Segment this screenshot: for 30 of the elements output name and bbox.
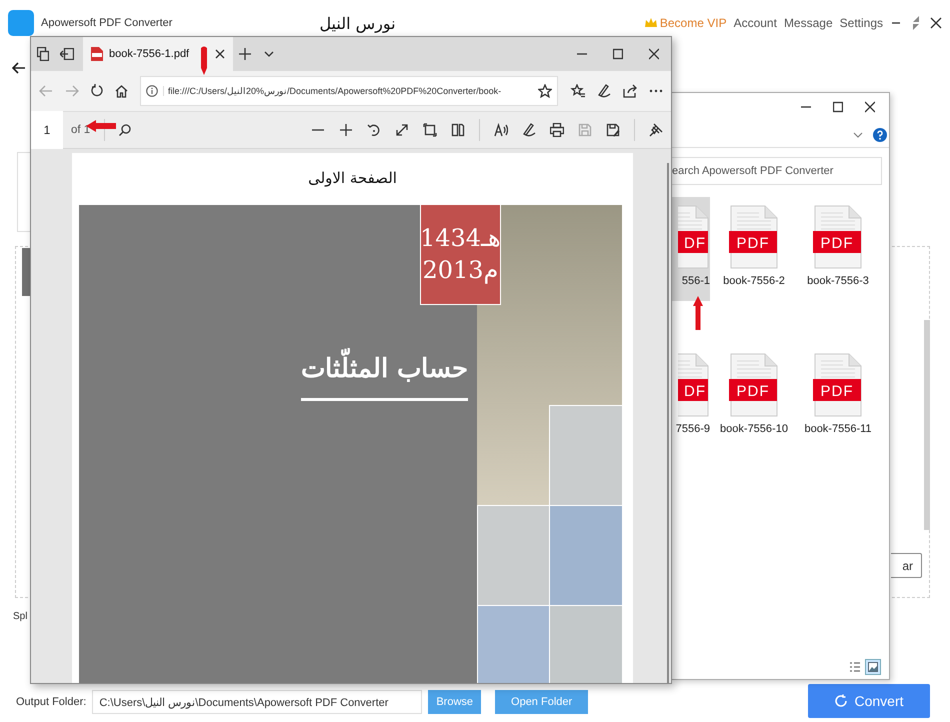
split-label: Spl — [13, 611, 28, 622]
clear-button[interactable]: ar — [891, 553, 922, 578]
file-item[interactable]: DF 556-1 — [672, 197, 710, 301]
cover-title: حساب المثلّثات — [301, 345, 468, 402]
file-item[interactable]: PDF book-7556-3 — [798, 197, 878, 301]
file-item[interactable]: PDF book-7556-2 — [714, 197, 794, 301]
page-number-field[interactable]: 1 — [31, 111, 63, 149]
file-item[interactable]: PDF book-7556-11 — [798, 345, 878, 449]
pdf-file-icon: PDF — [813, 205, 863, 269]
pdf-file-icon: PDF — [813, 353, 863, 417]
convert-button[interactable]: Convert — [808, 684, 930, 718]
cover-year-hijri: 1434هـ — [420, 223, 502, 254]
file-item[interactable]: PDF book-7556-10 — [714, 345, 794, 449]
pdf-file-icon: PDF — [729, 205, 779, 269]
header-link[interactable]: Message — [784, 16, 833, 30]
search-field[interactable]: earch Apowersoft PDF Converter — [672, 157, 882, 185]
output-path-field[interactable]: C:\Users\نورس النيل\Documents\Apowersoft PDF Converter — [92, 690, 422, 714]
output-folder-label: Output Folder: — [16, 696, 86, 708]
user-name: نورس النيل — [319, 14, 396, 32]
header-link[interactable]: Settings — [840, 16, 883, 30]
page-heading: الصفحة الاولى — [308, 169, 397, 187]
pdf-file-icon: DF — [678, 205, 710, 269]
pdf-file-icon: DF — [678, 353, 710, 417]
pdf-file-icon: PDF — [729, 353, 779, 417]
address-bar[interactable]: file:///C:/Users/نورس%20النيل/Documents/Apowersoft%20PDF%20Converter/book- — [140, 76, 558, 106]
browser-tab[interactable]: book-7556-1.pdf — [83, 37, 233, 71]
cover-year-gregorian: 2013م — [422, 254, 499, 286]
app-title: Apowersoft PDF Converter — [41, 17, 172, 29]
header-link[interactable]: Account — [734, 16, 777, 30]
page-count: of 1 — [71, 124, 90, 136]
